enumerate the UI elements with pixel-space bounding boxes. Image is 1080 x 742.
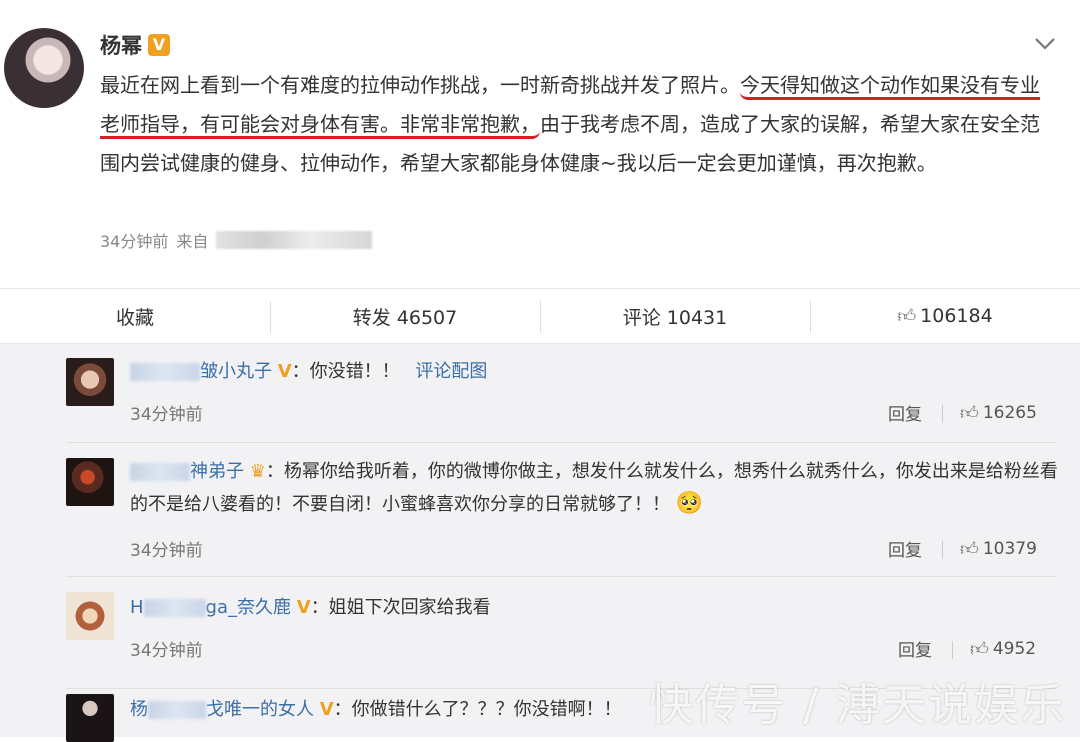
- comment-image-link[interactable]: 评论配图: [415, 361, 487, 382]
- commenter-avatar[interactable]: [66, 458, 114, 506]
- commenter-avatar[interactable]: [66, 694, 114, 742]
- reply-button[interactable]: 回复: [898, 636, 932, 661]
- repost-button[interactable]: 转发 46507: [270, 289, 540, 343]
- commenter-name-initial[interactable]: 杨: [130, 699, 148, 720]
- crown-badge-icon: ♛: [249, 461, 266, 482]
- watermark-text: 快传号 / 溥天说娱乐: [649, 680, 1066, 731]
- reply-button[interactable]: 回复: [888, 400, 922, 425]
- favorite-button[interactable]: 收藏: [0, 289, 270, 343]
- chevron-down-icon[interactable]: [1034, 32, 1056, 57]
- commenter-avatar[interactable]: [66, 358, 114, 406]
- comment-like-button[interactable]: 👍︎ 4952: [951, 638, 1037, 660]
- author-name[interactable]: 杨幂: [100, 30, 142, 60]
- post-text: 最近在网上看到一个有难度的拉伸动作挑战，一时新奇挑战并发了照片。今天得知做这个动…: [100, 66, 1050, 183]
- comment-time: 34分钟前: [130, 405, 203, 425]
- reply-button[interactable]: 回复: [888, 536, 922, 561]
- like-button[interactable]: 👍︎ 106184: [810, 289, 1080, 343]
- commenter-name[interactable]: 神弟子: [190, 461, 244, 482]
- comment-label: 评论 10431: [622, 306, 728, 329]
- thumbs-up-icon: 👍︎: [897, 306, 917, 327]
- comment-body: Hga_奈久鹿 V：姐姐下次回家给我看: [130, 592, 1060, 624]
- post-source-blurred: [216, 231, 373, 249]
- commenter-avatar[interactable]: [66, 592, 114, 640]
- comment-text-tail: ！！: [585, 699, 622, 720]
- comment-button[interactable]: 评论 10431: [540, 289, 810, 343]
- commenter-name-blurred: [130, 463, 190, 481]
- repost-label: 转发 46507: [352, 306, 458, 329]
- author-name-row: 杨幂 V: [100, 30, 170, 60]
- thumbs-up-icon: 👍︎: [960, 403, 979, 424]
- comment-divider: [66, 576, 1056, 577]
- comment-item: 神弟子 ♛：杨幂你给我听着，你的微博你做主，想发什么就发什么，想秀什么就秀什么，…: [66, 456, 1058, 576]
- commenter-name-initial[interactable]: H: [130, 597, 144, 618]
- like-count: 106184: [920, 305, 993, 327]
- post-time: 34分钟前: [100, 232, 169, 251]
- action-bar: 收藏 转发 46507 评论 10431 👍︎ 106184: [0, 288, 1080, 344]
- weibo-post: 杨幂 V 最近在网上看到一个有难度的拉伸动作挑战，一时新奇挑战并发了照片。今天得…: [0, 0, 1080, 288]
- author-avatar[interactable]: [4, 28, 84, 108]
- post-meta: 34分钟前 来自: [100, 228, 373, 252]
- comment-body: 皱小丸子 V：你没错！！ 评论配图: [130, 356, 1060, 388]
- commenter-name-blurred: [130, 363, 200, 381]
- commenter-name-blurred: [148, 701, 206, 719]
- thumbs-up-icon: 👍︎: [960, 539, 979, 560]
- commenter-name[interactable]: ga_奈久鹿: [206, 597, 291, 618]
- pleading-face-icon: 🥺: [675, 491, 704, 516]
- commenter-name-blurred: [143, 599, 206, 617]
- commenter-name[interactable]: 戈唯一的女人: [206, 699, 314, 720]
- comment-like-button[interactable]: 👍︎ 10379: [942, 538, 1037, 560]
- verified-badge-icon: V: [319, 699, 334, 720]
- comment-item: 皱小丸子 V：你没错！！ 评论配图 34分钟前 回复 👍︎ 16265: [66, 356, 1056, 456]
- comment-like-button[interactable]: 👍︎ 16265: [942, 402, 1037, 424]
- comment-like-count: 16265: [982, 403, 1037, 423]
- comment-text: ：你做错什么了？？？你没错啊: [333, 699, 586, 720]
- comment-text: ：姐姐下次回家给我看: [310, 597, 491, 618]
- comment-text: ：你没错！！: [291, 361, 400, 382]
- comment-like-count: 10379: [982, 539, 1037, 559]
- post-source-prefix: 来自: [176, 232, 209, 251]
- comment-like-count: 4952: [992, 639, 1037, 659]
- verified-badge-icon: V: [277, 361, 292, 382]
- post-text-part-1: 最近在网上看到一个有难度的拉伸动作挑战，一时新奇挑战并发了照片。: [100, 73, 740, 97]
- verified-badge-icon: V: [296, 597, 311, 618]
- comment-body: 神弟子 ♛：杨幂你给我听着，你的微博你做主，想发什么就发什么，想秀什么就秀什么，…: [130, 456, 1058, 521]
- thumbs-up-icon: 👍︎: [970, 639, 989, 660]
- favorite-label: 收藏: [115, 306, 154, 329]
- comment-divider: [66, 442, 1056, 443]
- commenter-name[interactable]: 皱小丸子: [200, 361, 272, 382]
- comment-text: ：杨幂你给我听着，你的微博你做主，想发什么就发什么，想秀什么就秀什么，你发出来是…: [130, 461, 1058, 515]
- verified-badge-icon: V: [148, 34, 170, 56]
- comment-time: 34分钟前: [130, 541, 203, 561]
- comment-time: 34分钟前: [130, 641, 203, 661]
